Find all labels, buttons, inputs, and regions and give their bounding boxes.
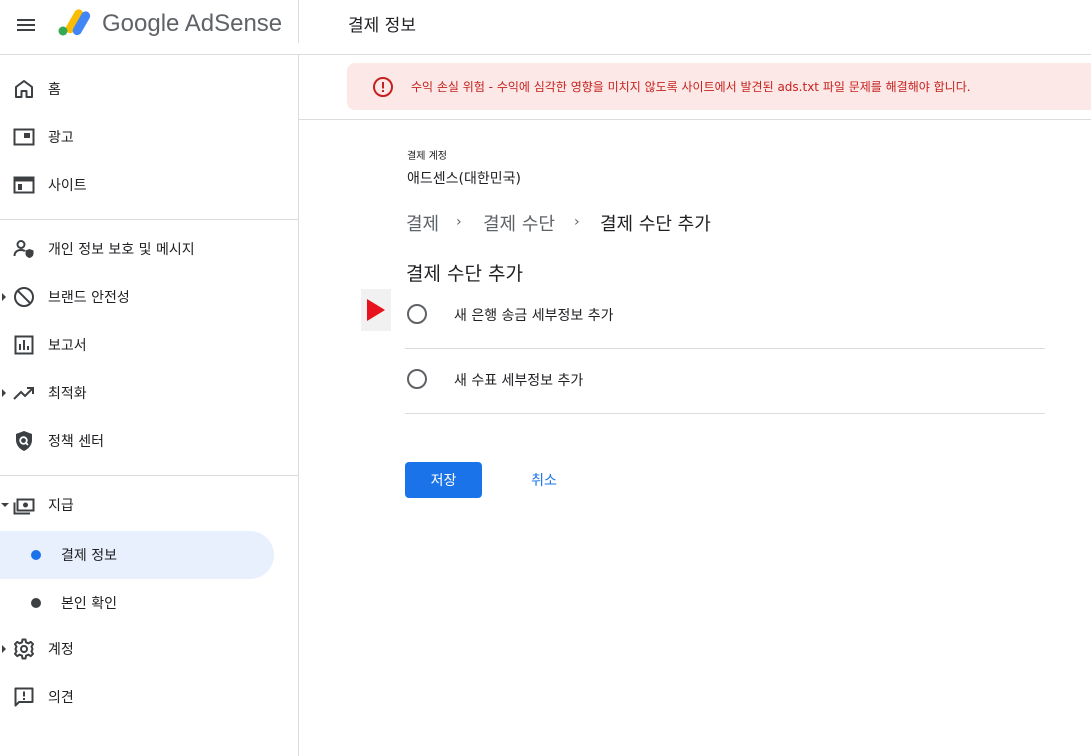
sidebar-subitem-label: 본인 확인 (61, 596, 117, 612)
chevron-right-icon: › (456, 214, 462, 230)
sidebar-item-payments[interactable]: 지급 (0, 481, 299, 529)
breadcrumb-item-payments[interactable]: 결제 (406, 210, 439, 236)
play-arrow-marker-icon (361, 289, 391, 331)
sidebar-item-sites[interactable]: 사이트 (0, 161, 299, 209)
option-label: 새 수표 세부정보 추가 (454, 373, 584, 389)
payment-account-value: 애드센스(대한민국) (407, 171, 521, 187)
sidebar: 홈 광고 사이트 개인 정보 보호 및 메시지 브랜드 안전성 보고서 최적화 … (0, 55, 299, 756)
gear-icon (14, 638, 34, 660)
sidebar-item-home[interactable]: 홈 (0, 65, 299, 113)
expand-caret-icon (2, 389, 6, 397)
sites-icon (13, 176, 35, 194)
ads-icon (13, 128, 35, 146)
sidebar-item-reports[interactable]: 보고서 (0, 321, 299, 369)
sidebar-item-account[interactable]: 계정 (0, 625, 299, 673)
policy-shield-icon (16, 431, 32, 451)
adsense-logo-icon (58, 9, 91, 36)
breadcrumb-item-payment-methods[interactable]: 결제 수단 (483, 210, 555, 236)
ads-txt-alert-banner[interactable]: 수익 손실 위험 - 수익에 심각한 영향을 미치지 않도록 사이트에서 발견된… (347, 63, 1091, 110)
alert-message: 수익 손실 위험 - 수익에 심각한 영향을 미치지 않도록 사이트에서 발견된… (411, 80, 971, 94)
sidebar-item-label: 보고서 (48, 338, 87, 354)
sidebar-item-label: 지급 (48, 498, 74, 514)
cancel-button[interactable]: 취소 (510, 462, 578, 498)
bullet-dot-icon (31, 550, 41, 560)
page-title: 결제 정보 (348, 16, 416, 36)
menu-icon[interactable] (14, 13, 38, 37)
section-title: 결제 수단 추가 (406, 263, 523, 285)
reports-icon (14, 335, 34, 355)
block-icon (14, 287, 34, 307)
expand-caret-icon (2, 645, 6, 653)
sidebar-item-label: 브랜드 안전성 (48, 290, 130, 306)
bullet-dot-icon (31, 598, 41, 608)
feedback-icon (14, 687, 34, 707)
sidebar-subitem-identity-verification[interactable]: 본인 확인 (0, 579, 274, 627)
sidebar-subitem-label: 결제 정보 (61, 548, 117, 564)
sidebar-item-policy-center[interactable]: 정책 센터 (0, 417, 299, 465)
payment-account-label: 결제 계정 (407, 151, 447, 162)
sidebar-item-label: 의견 (48, 690, 74, 706)
header-divider (298, 0, 299, 43)
content-divider (299, 119, 1091, 120)
radio-bank-transfer[interactable] (407, 304, 427, 324)
option-label: 새 은행 송금 세부정보 추가 (454, 308, 614, 324)
chevron-right-icon: › (574, 214, 580, 230)
option-bank-transfer[interactable]: 새 은행 송금 세부정보 추가 (405, 284, 1045, 349)
save-button[interactable]: 저장 (405, 462, 482, 498)
sidebar-item-label: 홈 (48, 82, 61, 98)
brand-name[interactable]: Google AdSense (102, 10, 282, 38)
option-divider (405, 413, 1045, 414)
sidebar-item-label: 광고 (48, 130, 74, 146)
sidebar-item-privacy-messaging[interactable]: 개인 정보 보호 및 메시지 (0, 225, 299, 273)
collapse-caret-icon (1, 503, 9, 507)
expand-caret-icon (2, 293, 6, 301)
sidebar-item-label: 계정 (48, 642, 74, 658)
sidebar-item-label: 사이트 (48, 178, 87, 194)
sidebar-item-feedback[interactable]: 의견 (0, 673, 299, 721)
payments-icon (13, 498, 35, 515)
sidebar-item-optimization[interactable]: 최적화 (0, 369, 299, 417)
option-check[interactable]: 새 수표 세부정보 추가 (405, 349, 1045, 414)
sidebar-item-label: 최적화 (48, 386, 87, 402)
breadcrumb-item-current: 결제 수단 추가 (600, 214, 711, 235)
sidebar-item-label: 정책 센터 (48, 434, 104, 450)
sidebar-item-label: 개인 정보 보호 및 메시지 (48, 242, 195, 258)
error-icon (373, 77, 393, 97)
home-icon (15, 80, 33, 98)
sidebar-divider (0, 219, 298, 220)
sidebar-item-brand-safety[interactable]: 브랜드 안전성 (0, 273, 299, 321)
top-app-bar: Google AdSense 결제 정보 (0, 0, 1091, 55)
sidebar-subitem-payments-info[interactable]: 결제 정보 (0, 531, 274, 579)
sidebar-divider (0, 475, 298, 476)
radio-check[interactable] (407, 369, 427, 389)
trending-up-icon (13, 387, 34, 400)
sidebar-item-ads[interactable]: 광고 (0, 113, 299, 161)
privacy-messaging-icon (13, 240, 34, 258)
